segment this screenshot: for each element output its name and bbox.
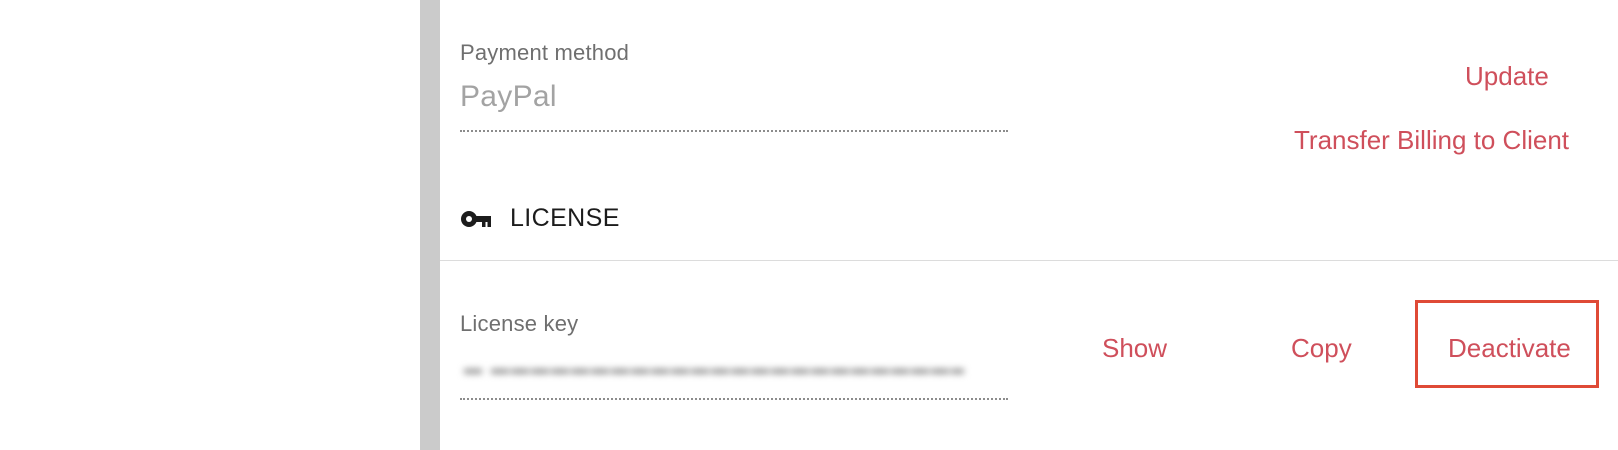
page: Payment method PayPal Update Transfer Bi… bbox=[0, 0, 1618, 450]
left-blank-area bbox=[0, 0, 420, 450]
billing-license-panel: Payment method PayPal Update Transfer Bi… bbox=[440, 0, 1618, 450]
sidebar-scroll-bar bbox=[420, 0, 440, 450]
transfer-billing-button[interactable]: Transfer Billing to Client bbox=[1294, 125, 1569, 156]
deactivate-license-button[interactable]: Deactivate bbox=[1448, 333, 1571, 364]
show-license-button[interactable]: Show bbox=[1102, 333, 1167, 364]
section-divider bbox=[440, 260, 1618, 261]
license-key-masked-value: ▬ ▬▬▬▬▬▬▬▬▬▬▬▬▬▬▬▬▬▬▬▬▬▬▬▬▬▬▬▬▬ bbox=[464, 358, 964, 378]
payment-method-underline bbox=[460, 130, 1008, 132]
license-section-header: LICENSE bbox=[460, 204, 620, 233]
payment-method-value: PayPal bbox=[460, 80, 557, 113]
copy-license-button[interactable]: Copy bbox=[1291, 333, 1352, 364]
update-payment-button[interactable]: Update bbox=[1465, 61, 1549, 92]
license-key-underline bbox=[460, 398, 1008, 400]
key-icon bbox=[460, 209, 492, 229]
payment-method-label: Payment method bbox=[460, 40, 630, 65]
license-section-title: LICENSE bbox=[510, 204, 620, 232]
license-key-label: License key bbox=[460, 311, 579, 336]
